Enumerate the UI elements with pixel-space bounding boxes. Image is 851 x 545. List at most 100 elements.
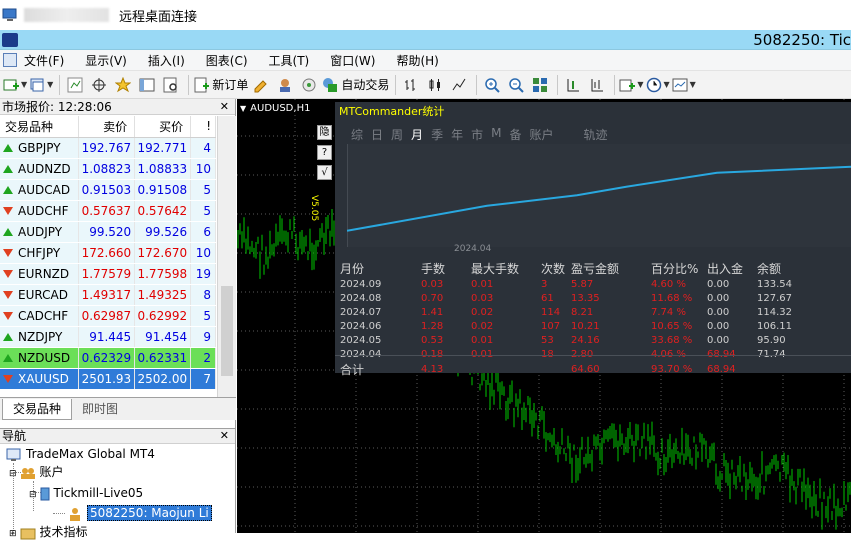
bid-cell[interactable]: 91.445	[78, 326, 136, 348]
new-order-button[interactable]: 新订单	[193, 74, 248, 96]
nav-server[interactable]: ⊟ Tickmill-Live05	[29, 484, 143, 502]
mtc-tab[interactable]: 日	[371, 126, 383, 143]
symbol-cell[interactable]: GBPJPY	[0, 137, 80, 159]
experts-icon[interactable]	[274, 74, 296, 96]
indicators-icon[interactable]: ▼	[619, 74, 644, 96]
market-watch-row[interactable]: AUDCHF 0.57637 0.57642 5	[0, 200, 216, 222]
ask-cell[interactable]: 1.49325	[134, 284, 192, 306]
symbol-cell[interactable]: EURCAD	[0, 284, 80, 306]
market-watch-row[interactable]: CADCHF 0.62987 0.62992 5	[0, 305, 216, 327]
ask-cell[interactable]: 172.670	[134, 242, 192, 264]
symbol-cell[interactable]: AUDNZD	[0, 158, 80, 180]
bar-chart-icon[interactable]	[400, 74, 422, 96]
mtc-tab[interactable]: 综	[351, 126, 363, 143]
menu-charts[interactable]: 图表(C)	[206, 52, 248, 69]
zoom-out-icon[interactable]	[505, 74, 527, 96]
mtc-tab[interactable]: 市	[471, 126, 483, 143]
symbol-cell[interactable]: AUDCHF	[0, 200, 80, 222]
col-ask[interactable]: 买价	[134, 116, 192, 138]
mtc-tab[interactable]: 季	[431, 126, 443, 143]
menu-window[interactable]: 窗口(W)	[330, 52, 375, 69]
auto-scroll-icon[interactable]	[562, 74, 584, 96]
help-button[interactable]: ?	[317, 145, 332, 160]
symbol-cell[interactable]: AUDCAD	[0, 179, 80, 201]
bid-cell[interactable]: 1.49317	[78, 284, 136, 306]
zoom-in-icon[interactable]	[481, 74, 503, 96]
menu-view[interactable]: 显示(V)	[85, 52, 127, 69]
symbol-cell[interactable]: CADCHF	[0, 305, 80, 327]
bid-cell[interactable]: 1.77579	[78, 263, 136, 285]
bid-cell[interactable]: 99.520	[78, 221, 136, 243]
close-icon[interactable]: ✕	[220, 99, 229, 115]
metaeditor-icon[interactable]	[250, 74, 272, 96]
tab-symbols[interactable]: 交易品种	[2, 399, 73, 420]
nav-terminal-root[interactable]: TradeMax Global MT4	[6, 445, 155, 463]
symbol-cell[interactable]: EURNZD	[0, 263, 80, 285]
market-watch-row[interactable]: AUDCAD 0.91503 0.91508 5	[0, 179, 216, 201]
periods-clock-icon[interactable]: ▼	[646, 74, 670, 96]
symbol-cell[interactable]: NZDJPY	[0, 326, 80, 348]
ask-cell[interactable]: 91.454	[134, 326, 192, 348]
bid-cell[interactable]: 192.767	[78, 137, 136, 159]
symbol-cell[interactable]: CHFJPY	[0, 242, 80, 264]
col-count[interactable]: !	[190, 116, 216, 138]
bid-cell[interactable]: 0.57637	[78, 200, 136, 222]
ask-cell[interactable]: 1.08833	[134, 158, 192, 180]
col-bid[interactable]: 卖价	[78, 116, 136, 138]
navigator-star-icon[interactable]	[112, 74, 134, 96]
ask-cell[interactable]: 0.57642	[134, 200, 192, 222]
bid-cell[interactable]: 0.62329	[78, 347, 136, 369]
menu-file[interactable]: 文件(F)	[24, 52, 64, 69]
bid-cell[interactable]: 2501.93	[78, 368, 136, 390]
nav-accounts[interactable]: ⊟ 账户	[9, 463, 64, 481]
document-icon[interactable]	[3, 53, 17, 67]
menu-insert[interactable]: 插入(I)	[148, 52, 185, 69]
symbol-cell[interactable]: AUDJPY	[0, 221, 80, 243]
auto-trading-button[interactable]: 自动交易	[322, 74, 389, 96]
market-watch-row[interactable]: AUDJPY 99.520 99.526 6	[0, 221, 216, 243]
profiles-button[interactable]: ▼	[29, 74, 53, 96]
symbol-cell[interactable]: XAUUSD	[0, 368, 80, 390]
ask-cell[interactable]: 0.62331	[134, 347, 192, 369]
mtc-tab[interactable]: 周	[391, 126, 403, 143]
chart-shift-icon[interactable]	[586, 74, 608, 96]
new-chart-button[interactable]: ▼	[3, 74, 27, 96]
market-watch-row[interactable]: GBPJPY 192.767 192.771 4	[0, 137, 216, 159]
ask-cell[interactable]: 1.77598	[134, 263, 192, 285]
crosshair-icon[interactable]	[88, 74, 110, 96]
confirm-button[interactable]: √	[317, 165, 332, 180]
line-chart-icon[interactable]	[448, 74, 470, 96]
mtc-tab[interactable]: 备	[509, 126, 521, 143]
chart-window[interactable]: ▼ AUDUSD,H1 隐 ? √ V5.05 MTCommander统计 综日周…	[237, 99, 851, 533]
ask-cell[interactable]: 2502.00	[134, 368, 192, 390]
close-icon[interactable]: ✕	[220, 429, 229, 443]
market-watch-row[interactable]: AUDNZD 1.08823 1.08833 10	[0, 158, 216, 180]
tab-tick-chart[interactable]: 即时图	[72, 399, 128, 420]
ask-cell[interactable]: 0.62992	[134, 305, 192, 327]
nav-account-selected[interactable]: 5082250: Maojun Li	[67, 504, 212, 522]
col-symbol[interactable]: 交易品种	[0, 116, 80, 138]
market-watch-row[interactable]: EURCAD 1.49317 1.49325 8	[0, 284, 216, 306]
symbol-cell[interactable]: NZDUSD	[0, 347, 80, 369]
hide-button[interactable]: 隐	[317, 125, 332, 140]
bid-cell[interactable]: 172.660	[78, 242, 136, 264]
menu-tools[interactable]: 工具(T)	[269, 52, 310, 69]
tile-windows-icon[interactable]	[529, 74, 551, 96]
bid-cell[interactable]: 1.08823	[78, 158, 136, 180]
mtc-tab[interactable]: 轨迹	[584, 126, 608, 143]
templates-icon[interactable]: ▼	[672, 74, 696, 96]
ask-cell[interactable]: 0.91508	[134, 179, 192, 201]
bid-cell[interactable]: 0.91503	[78, 179, 136, 201]
mtc-tab[interactable]: 账户	[529, 126, 553, 143]
mtc-tab[interactable]: M	[491, 126, 501, 143]
signals-icon[interactable]	[298, 74, 320, 96]
mtc-tab[interactable]: 年	[451, 126, 463, 143]
market-watch-icon[interactable]	[64, 74, 86, 96]
market-watch-row[interactable]: XAUUSD 2501.93 2502.00 7	[0, 368, 216, 390]
market-watch-row[interactable]: CHFJPY 172.660 172.670 10	[0, 242, 216, 264]
nav-indicators[interactable]: ⊞ 技术指标	[9, 523, 88, 541]
candlestick-icon[interactable]	[424, 74, 446, 96]
ask-cell[interactable]: 192.771	[134, 137, 192, 159]
market-watch-row[interactable]: EURNZD 1.77579 1.77598 19	[0, 263, 216, 285]
market-watch-scrollbar[interactable]	[217, 116, 236, 397]
